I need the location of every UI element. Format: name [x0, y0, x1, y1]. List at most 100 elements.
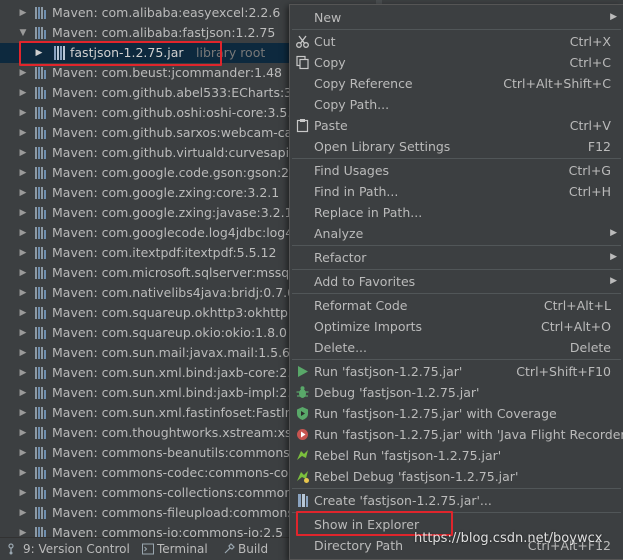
- collapsed-arrow-icon[interactable]: ▶: [18, 483, 28, 503]
- tree-node-library[interactable]: ▶ Maven: commons-codec:commons-code: [0, 463, 304, 483]
- menu-item-label: Find Usages: [314, 163, 390, 178]
- tab-version-control-label: 9: Version Control: [23, 542, 130, 556]
- collapsed-arrow-icon[interactable]: ▶: [18, 463, 28, 483]
- collapsed-arrow-icon[interactable]: ▶: [18, 163, 28, 183]
- collapsed-arrow-icon[interactable]: ▶: [18, 203, 28, 223]
- menu-item-label: Run 'fastjson-1.2.75.jar' with Coverage: [314, 406, 557, 421]
- tree-node-library[interactable]: ▶ Maven: com.github.abel533:ECharts:3.0.0: [0, 83, 316, 103]
- tree-node-library[interactable]: ▶ Maven: com.thoughtworks.xstream:xstrea: [0, 423, 317, 443]
- collapsed-arrow-icon[interactable]: ▶: [18, 363, 28, 383]
- tree-node-label: Maven: com.beust:jcommander:1.48: [52, 65, 282, 80]
- menu-item-optimize-imports[interactable]: Optimize Imports Ctrl+Alt+O: [290, 316, 623, 337]
- menu-item-run-fastjson-1-2-75-jar-with-java-flight-recorder[interactable]: Run 'fastjson-1.2.75.jar' with 'Java Fli…: [290, 424, 623, 445]
- tree-node-library[interactable]: ▶ Maven: com.github.oshi:oshi-core:3.5.0: [0, 103, 300, 123]
- tree-node-library[interactable]: ▶ Maven: com.google.code.gson:gson:2.8.: [0, 163, 306, 183]
- tree-node-label: Maven: com.sun.mail:javax.mail:1.5.6: [52, 345, 290, 360]
- collapsed-arrow-icon[interactable]: ▶: [18, 303, 28, 323]
- collapsed-arrow-icon[interactable]: ▶: [18, 243, 28, 263]
- menu-item-paste[interactable]: Paste Ctrl+V: [290, 115, 623, 136]
- menu-item-find-in-path[interactable]: Find in Path... Ctrl+H: [290, 181, 623, 202]
- menu-item-shortcut: Delete: [569, 340, 611, 355]
- library-icon: [34, 147, 47, 159]
- tree-node-library[interactable]: ▶ Maven: com.microsoft.sqlserver:mssql-jd: [0, 263, 309, 283]
- tree-node-library[interactable]: ▼ Maven: com.alibaba:fastjson:1.2.75: [0, 23, 290, 43]
- library-icon: [34, 407, 47, 419]
- tree-node-library[interactable]: ▶ Maven: com.github.sarxos:webcam-captu: [0, 123, 314, 143]
- menu-item-run-fastjson-1-2-75-jar-with-coverage[interactable]: Run 'fastjson-1.2.75.jar' with Coverage: [290, 403, 623, 424]
- tree-node-library[interactable]: ▶ Maven: com.google.zxing:javase:3.2.1: [0, 203, 293, 223]
- collapsed-arrow-icon[interactable]: ▶: [18, 223, 28, 243]
- menu-item-new[interactable]: New ▶: [290, 7, 623, 28]
- menu-item-delete[interactable]: Delete... Delete: [290, 337, 623, 358]
- collapsed-arrow-icon[interactable]: ▶: [18, 283, 28, 303]
- menu-item-open-library-settings[interactable]: Open Library Settings F12: [290, 136, 623, 157]
- tree-node-library[interactable]: ▶ Maven: com.github.virtuald:curvesapi:1.…: [0, 143, 314, 163]
- collapsed-arrow-icon[interactable]: ▶: [18, 83, 28, 103]
- tree-node-library[interactable]: ▶ Maven: com.sun.xml.fastinfoset:FastInfo…: [0, 403, 312, 423]
- tree-node-library[interactable]: ▶ Maven: commons-collections:commons-c: [0, 483, 311, 503]
- tree-node-label: Maven: com.github.sarxos:webcam-captu: [52, 125, 314, 140]
- terminal-icon: [142, 543, 154, 555]
- watermark: https://blog.csdn.net/boywcx: [414, 531, 603, 546]
- tree-node-label: Maven: com.itextpdf:itextpdf:5.5.12: [52, 245, 277, 260]
- expanded-arrow-icon[interactable]: ▼: [18, 23, 28, 43]
- tree-node-library[interactable]: ▶ Maven: com.sun.xml.bind:jaxb-core:2.1.1…: [0, 363, 320, 383]
- menu-item-analyze[interactable]: Analyze ▶: [290, 223, 623, 244]
- tree-node-library[interactable]: ▶ Maven: com.squareup.okhttp3:okhttp:3.3: [0, 303, 313, 323]
- tree-node-label: Maven: commons-fileupload:commons-fil: [52, 505, 310, 520]
- collapsed-arrow-icon[interactable]: ▶: [18, 443, 28, 463]
- tab-terminal[interactable]: Terminal: [142, 538, 208, 560]
- menu-item-create-fastjson-1-2-75-jar[interactable]: Create 'fastjson-1.2.75.jar'...: [290, 490, 623, 511]
- collapsed-arrow-icon[interactable]: ▶: [18, 503, 28, 523]
- tree-node-library[interactable]: ▶ Maven: com.sun.mail:javax.mail:1.5.6: [0, 343, 290, 363]
- cut-icon: [295, 34, 310, 49]
- menu-item-run-fastjson-1-2-75-jar[interactable]: Run 'fastjson-1.2.75.jar' Ctrl+Shift+F10: [290, 361, 623, 382]
- collapsed-arrow-icon[interactable]: ▶: [18, 383, 28, 403]
- collapsed-arrow-icon[interactable]: ▶: [18, 143, 28, 163]
- collapsed-arrow-icon[interactable]: ▶: [18, 403, 28, 423]
- tree-node-label: Maven: com.sun.xml.bind:jaxb-impl:2.1.14: [52, 385, 320, 400]
- menu-item-reformat-code[interactable]: Reformat Code Ctrl+Alt+L: [290, 295, 623, 316]
- menu-separator: [292, 29, 621, 30]
- collapsed-arrow-icon[interactable]: ▶: [18, 103, 28, 123]
- menu-item-copy[interactable]: Copy Ctrl+C: [290, 52, 623, 73]
- menu-item-replace-in-path[interactable]: Replace in Path...: [290, 202, 623, 223]
- menu-item-label: Run 'fastjson-1.2.75.jar': [314, 364, 463, 379]
- collapsed-arrow-icon[interactable]: ▶: [18, 423, 28, 443]
- tree-node-library[interactable]: ▶ Maven: commons-fileupload:commons-fil: [0, 503, 310, 523]
- tree-node-library[interactable]: ▶ Maven: com.alibaba:easyexcel:2.2.6: [0, 3, 290, 23]
- tree-node-library[interactable]: ▶ Maven: com.sun.xml.bind:jaxb-impl:2.1.1…: [0, 383, 320, 403]
- menu-item-debug-fastjson-1-2-75-jar[interactable]: Debug 'fastjson-1.2.75.jar': [290, 382, 623, 403]
- collapsed-arrow-icon[interactable]: ▶: [18, 343, 28, 363]
- collapsed-arrow-icon[interactable]: ▶: [18, 3, 28, 23]
- menu-item-rebel-debug-fastjson-1-2-75-jar[interactable]: Rebel Debug 'fastjson-1.2.75.jar': [290, 466, 623, 487]
- tree-node-library[interactable]: ▶ Maven: com.googlecode.log4jdbc:log4jd: [0, 223, 305, 243]
- menu-item-copy-reference[interactable]: Copy Reference Ctrl+Alt+Shift+C: [290, 73, 623, 94]
- menu-item-rebel-run-fastjson-1-2-75-jar[interactable]: Rebel Run 'fastjson-1.2.75.jar': [290, 445, 623, 466]
- menu-item-refactor[interactable]: Refactor ▶: [290, 247, 623, 268]
- tree-node-library[interactable]: ▶ Maven: com.nativelibs4java:bridj:0.7.0: [0, 283, 296, 303]
- menu-item-label: Directory Path: [314, 538, 404, 553]
- collapsed-arrow-icon[interactable]: ▶: [18, 63, 28, 83]
- tab-build[interactable]: Build: [223, 538, 268, 560]
- tree-node-library[interactable]: ▶ Maven: com.itextpdf:itextpdf:5.5.12: [0, 243, 290, 263]
- menu-item-copy-path[interactable]: Copy Path...: [290, 94, 623, 115]
- menu-item-label: Replace in Path...: [314, 205, 423, 220]
- collapsed-arrow-icon[interactable]: ▶: [18, 183, 28, 203]
- menu-item-shortcut: Ctrl+Shift+F10: [516, 364, 611, 379]
- tree-node-library[interactable]: ▶ Maven: com.google.zxing:core:3.2.1: [0, 183, 290, 203]
- menu-item-cut[interactable]: Cut Ctrl+X: [290, 31, 623, 52]
- tree-node-library[interactable]: ▶ Maven: commons-io:commons-io:2.5: [0, 523, 290, 537]
- tree-node-library[interactable]: ▶ Maven: com.squareup.okio:okio:1.8.0: [0, 323, 290, 343]
- tab-version-control[interactable]: 9: Version Control: [8, 538, 130, 560]
- library-icon: [34, 127, 47, 139]
- collapsed-arrow-icon[interactable]: ▶: [18, 523, 28, 537]
- collapsed-arrow-icon[interactable]: ▶: [18, 123, 28, 143]
- tree-node-library[interactable]: ▶ Maven: commons-beanutils:commons-be: [0, 443, 310, 463]
- menu-item-find-usages[interactable]: Find Usages Ctrl+G: [290, 160, 623, 181]
- collapsed-arrow-icon[interactable]: ▶: [18, 323, 28, 343]
- tree-node-library[interactable]: ▶ Maven: com.beust:jcommander:1.48: [0, 63, 290, 83]
- menu-item-add-to-favorites[interactable]: Add to Favorites ▶: [290, 271, 623, 292]
- collapsed-arrow-icon[interactable]: ▶: [18, 263, 28, 283]
- menu-item-shortcut: Ctrl+Alt+O: [541, 319, 611, 334]
